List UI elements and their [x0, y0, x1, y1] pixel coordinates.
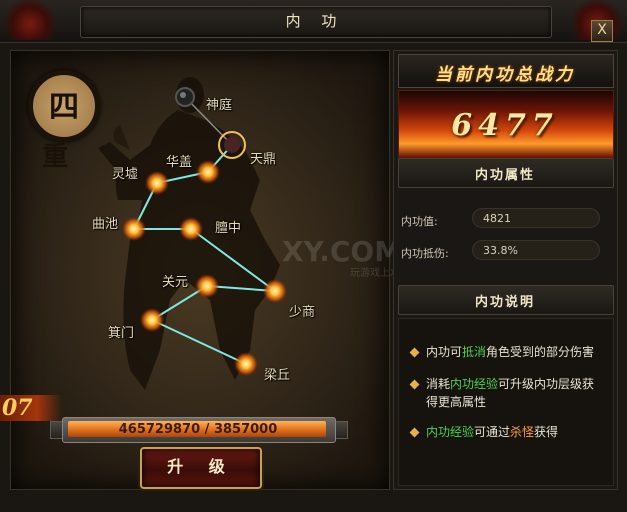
desc-highlight: 抵消 [462, 345, 487, 359]
rank-level-sub: 重 [42, 142, 69, 172]
point-shaoshang[interactable] [263, 279, 287, 303]
desc-highlight: 内功经验 [450, 377, 499, 391]
point-huagai[interactable] [196, 160, 220, 184]
point-label-shenting: 神庭 [206, 98, 233, 113]
point-label-quchi: 曲池 [92, 217, 119, 232]
attributes-title: 内功属性 [474, 168, 535, 183]
point-label-liangqiu: 梁丘 [264, 368, 291, 383]
power-title: 当前内功总战力 [435, 65, 575, 85]
desc-text: 获得 [534, 425, 559, 439]
desc-text: 角色受到的部分伤害 [486, 345, 595, 359]
attr-label-damage-reduction: 内功抵伤: [401, 247, 449, 260]
point-shenting-highlight [180, 92, 186, 98]
point-lingxu[interactable] [145, 171, 169, 195]
point-guanyuan[interactable] [195, 274, 219, 298]
desc-highlight: 内功经验 [426, 425, 475, 439]
point-label-lingxu: 灵墟 [112, 167, 139, 182]
attr-field-damage-reduction: 33.8% [472, 240, 600, 260]
power-value: 6477 [451, 108, 559, 143]
desc-text: 可通过 [474, 425, 511, 439]
desc-text: 消耗 [426, 377, 451, 391]
desc-item-1: 内功可抵消角色受到的部分伤害 [426, 343, 606, 361]
desc-item-3: 内功经验可通过杀怪获得 [426, 423, 606, 441]
attr-field-neigong-value: 4821 [472, 208, 600, 228]
point-jimen[interactable] [140, 308, 164, 332]
line-jimen-liangqiu [151, 319, 247, 365]
point-label-shaoshang: 少商 [289, 305, 316, 320]
point-tianding[interactable] [224, 137, 240, 153]
point-label-jimen: 箕门 [108, 326, 135, 341]
desc-highlight: 杀怪 [510, 425, 535, 439]
side-counter: 07 [0, 395, 62, 421]
exp-bar-text: 465729870 / 3857000 [118, 422, 278, 437]
desc-item-2: 消耗内功经验可升级内功层级获得更高属性 [426, 375, 606, 411]
description-title: 内功说明 [474, 295, 535, 310]
point-danzhong[interactable] [179, 217, 203, 241]
point-label-danzhong: 膻中 [215, 221, 242, 236]
point-label-guanyuan: 关元 [162, 275, 189, 290]
attr-label-neigong-value: 内功值: [401, 215, 438, 228]
point-label-tianding: 天鼎 [250, 152, 277, 167]
point-quchi[interactable] [122, 217, 146, 241]
upgrade-button[interactable]: 升 级 [140, 447, 262, 489]
point-label-huagai: 华盖 [166, 155, 193, 170]
point-liangqiu[interactable] [234, 352, 258, 376]
desc-text: 内功可 [426, 345, 463, 359]
rank-level-char: 四 [49, 90, 79, 125]
